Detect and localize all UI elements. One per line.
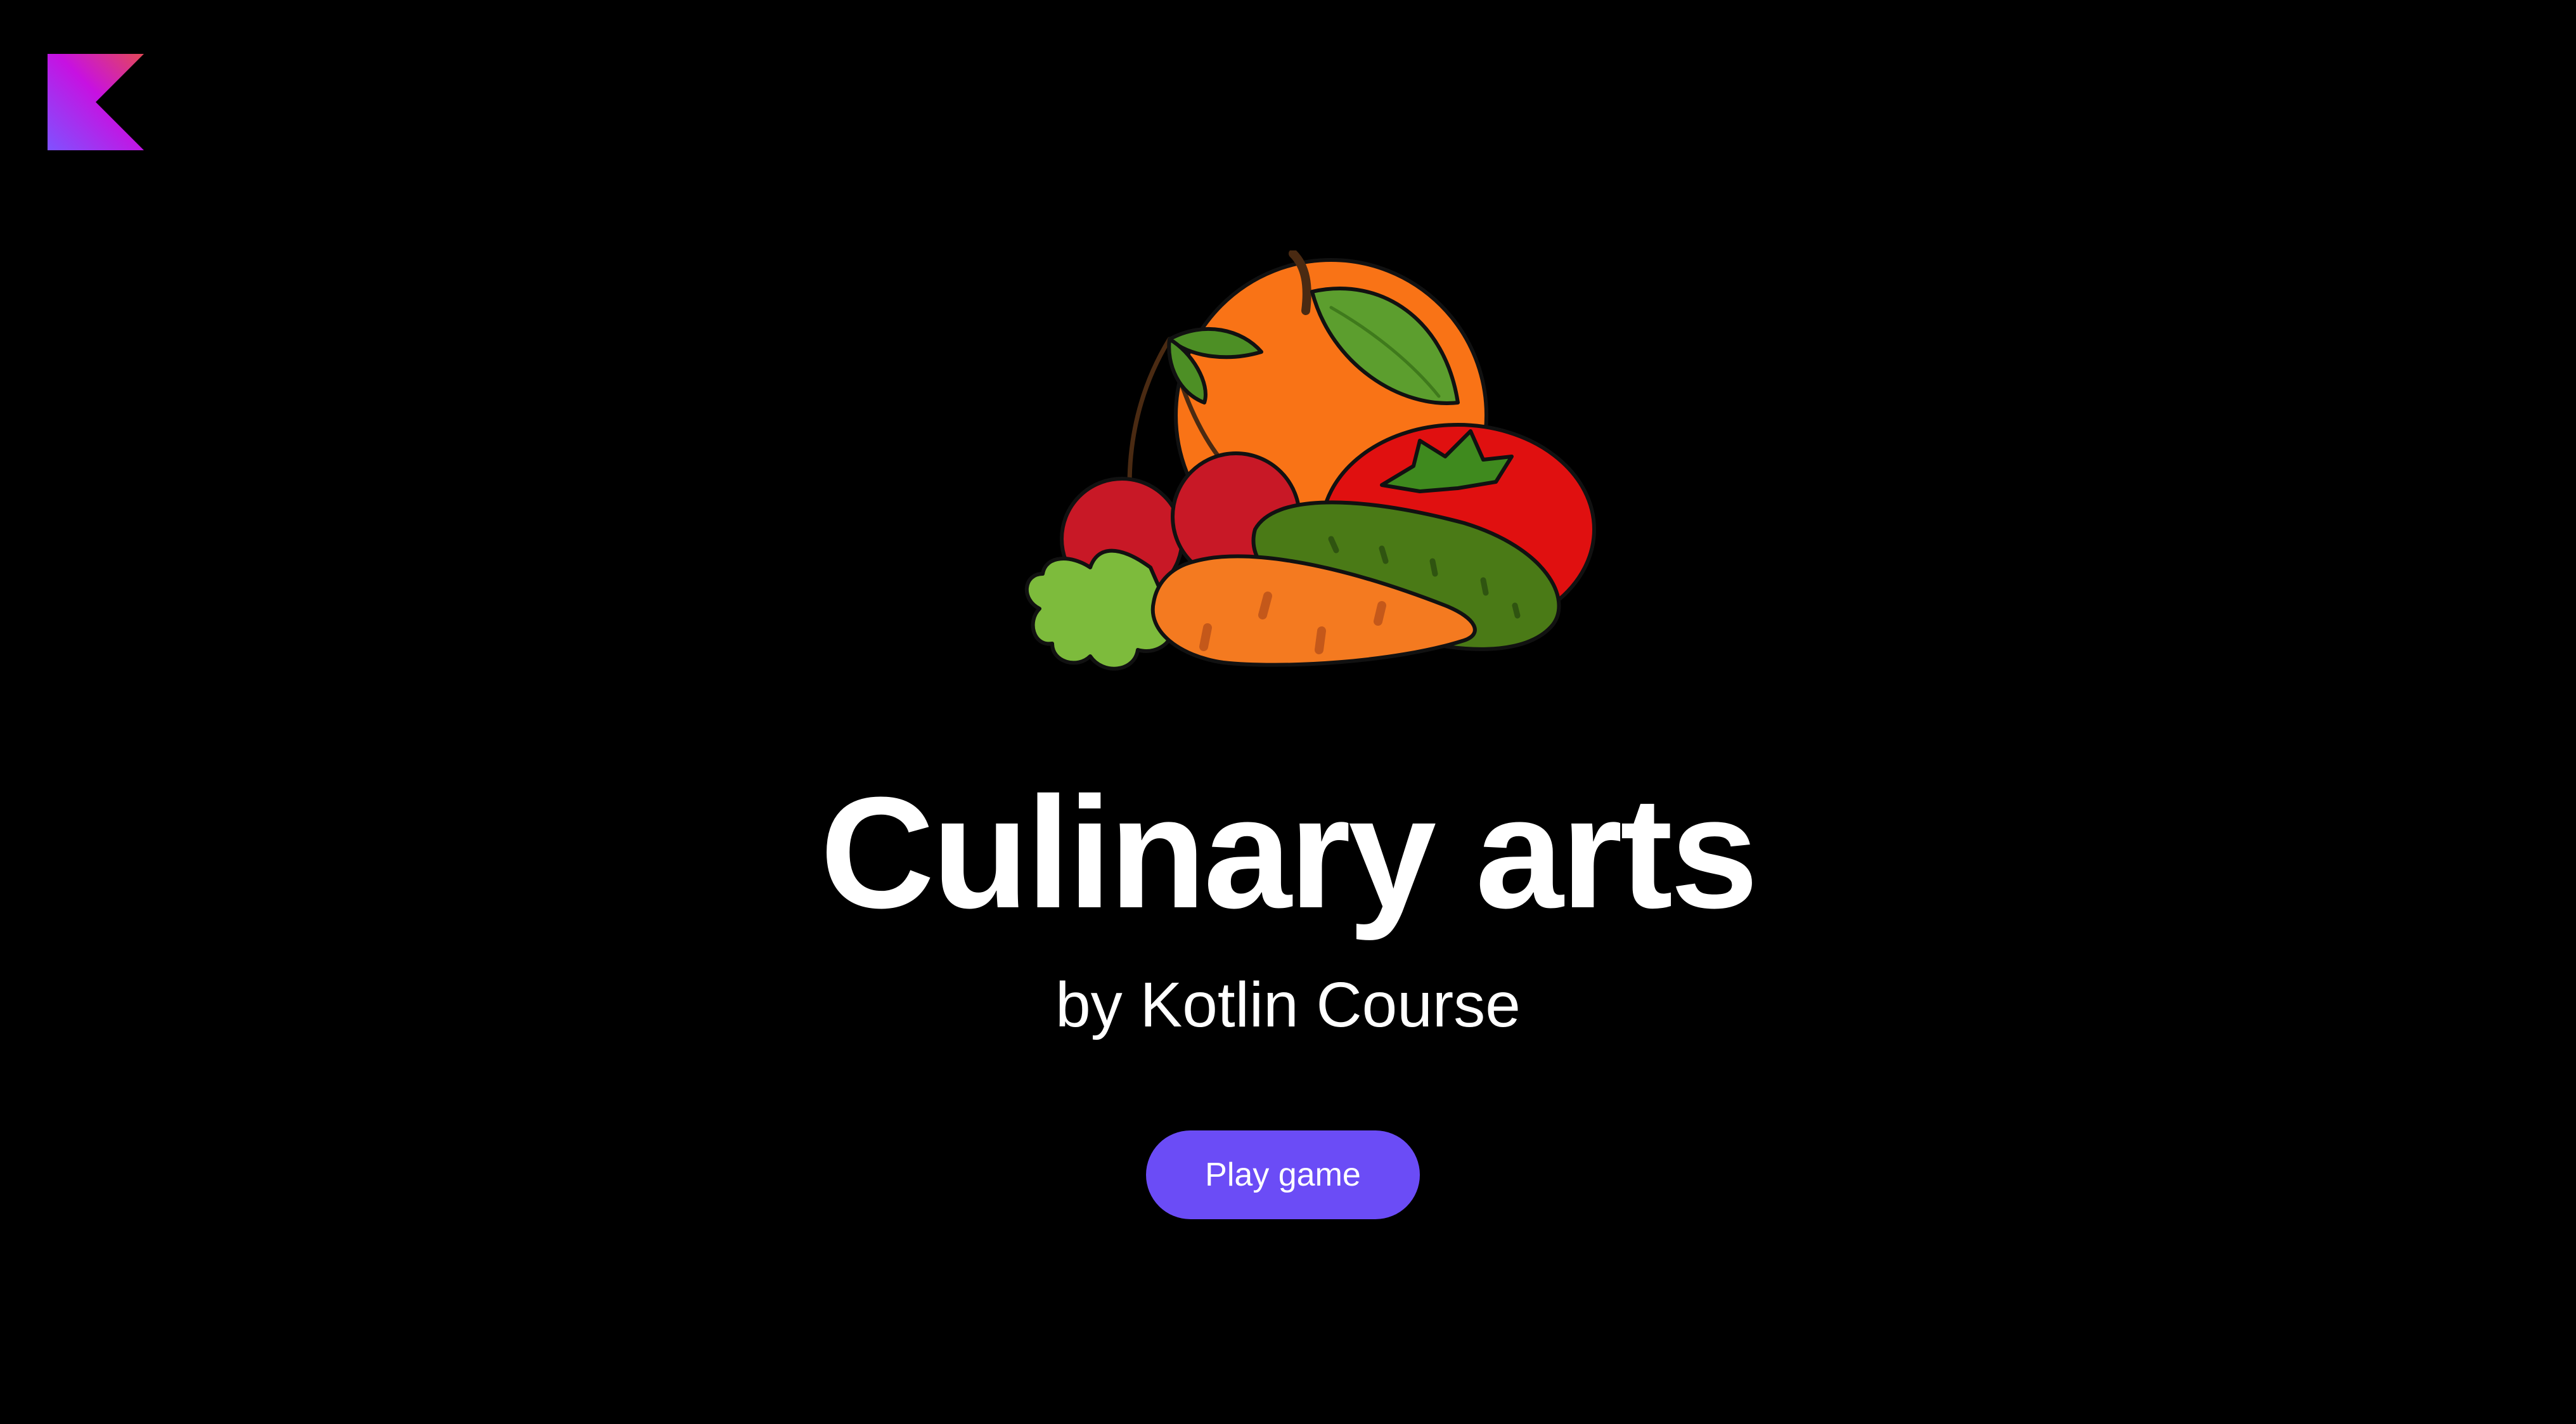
- game-subtitle: by Kotlin Course: [1055, 969, 1521, 1040]
- kotlin-logo-icon: [48, 54, 144, 150]
- play-game-button[interactable]: Play game: [1146, 1130, 1420, 1219]
- fruits-and-vegetables-illustration: [1024, 250, 1596, 671]
- start-screen: Culinary arts by Kotlin Course Play game: [0, 0, 2576, 1424]
- game-title: Culinary arts: [820, 764, 1758, 941]
